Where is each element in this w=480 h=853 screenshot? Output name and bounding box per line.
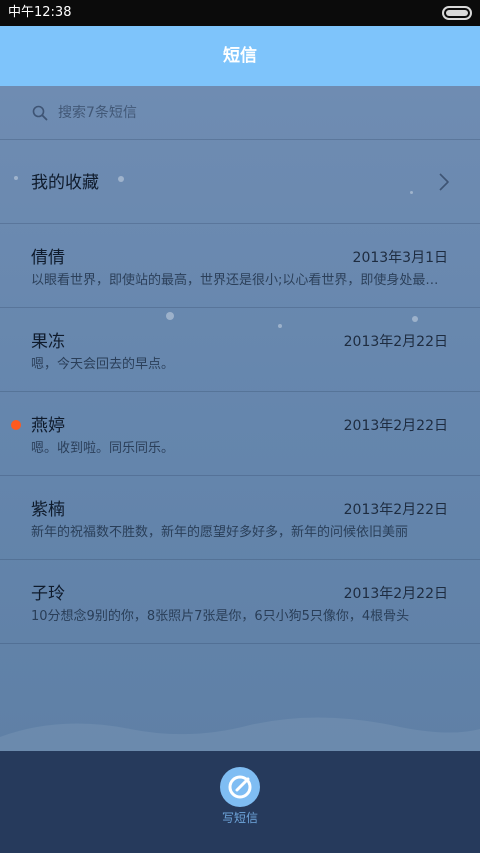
conversation-row[interactable]: 子玲 2013年2月22日 10分想念9别的你，8张照片7张是你，6只小狗5只像…: [0, 560, 480, 644]
contact-name: 果冻: [31, 332, 65, 352]
contact-name: 倩倩: [31, 248, 65, 268]
message-preview: 10分想念9别的你，8张照片7张是你，6只小狗5只像你，4根骨头: [31, 609, 410, 624]
favorites-label: 我的收藏: [31, 173, 99, 193]
status-bar: 中午12:38: [0, 0, 480, 26]
message-list-area: 搜索7条短信 我的收藏 倩倩 2013年3月1日 以眼看世界，即使站的最高，世界…: [0, 86, 480, 751]
status-time: 中午12:38: [8, 5, 72, 20]
message-preview: 以眼看世界，即使站的最高，世界还是很小;以心看世界，即使身处最低，世界依然很大: [31, 273, 451, 288]
battery-icon: [442, 6, 472, 20]
compose-label: 写短信: [221, 811, 258, 825]
conversation-list: 倩倩 2013年3月1日 以眼看世界，即使站的最高，世界还是很小;以心看世界，即…: [0, 224, 480, 644]
contact-name: 紫楠: [31, 500, 65, 520]
conversation-row[interactable]: 燕婷 2013年2月22日 嗯。收到啦。同乐同乐。: [0, 392, 480, 476]
message-date: 2013年2月22日: [343, 502, 448, 518]
unread-indicator: [11, 420, 21, 430]
conversation-row[interactable]: 紫楠 2013年2月22日 新年的祝福数不胜数，新年的愿望好多好多，新年的问候依…: [0, 476, 480, 560]
app-header: 短信: [0, 26, 480, 86]
message-date: 2013年2月22日: [343, 586, 448, 602]
message-preview: 新年的祝福数不胜数，新年的愿望好多好多，新年的问候依旧美丽: [31, 525, 409, 540]
favorites-item[interactable]: 我的收藏: [0, 140, 480, 224]
contact-name: 子玲: [31, 584, 65, 604]
search-placeholder: 搜索7条短信: [58, 105, 137, 121]
message-preview: 嗯，今天会回去的早点。: [31, 357, 175, 372]
decorative-hills: [0, 717, 480, 751]
compose-button[interactable]: [220, 767, 260, 807]
message-preview: 嗯。收到啦。同乐同乐。: [31, 441, 175, 456]
search-icon: [32, 105, 48, 121]
message-date: 2013年2月22日: [343, 418, 448, 434]
page-title: 短信: [223, 46, 257, 66]
conversation-row[interactable]: 倩倩 2013年3月1日 以眼看世界，即使站的最高，世界还是很小;以心看世界，即…: [0, 224, 480, 308]
bottom-bar: 写短信: [0, 751, 480, 853]
message-date: 2013年3月1日: [352, 250, 448, 266]
chevron-right-icon: [439, 173, 449, 191]
search-input[interactable]: 搜索7条短信: [0, 86, 480, 140]
message-date: 2013年2月22日: [343, 334, 448, 350]
contact-name: 燕婷: [31, 416, 65, 436]
compose-icon: [228, 775, 252, 799]
conversation-row[interactable]: 果冻 2013年2月22日 嗯，今天会回去的早点。: [0, 308, 480, 392]
